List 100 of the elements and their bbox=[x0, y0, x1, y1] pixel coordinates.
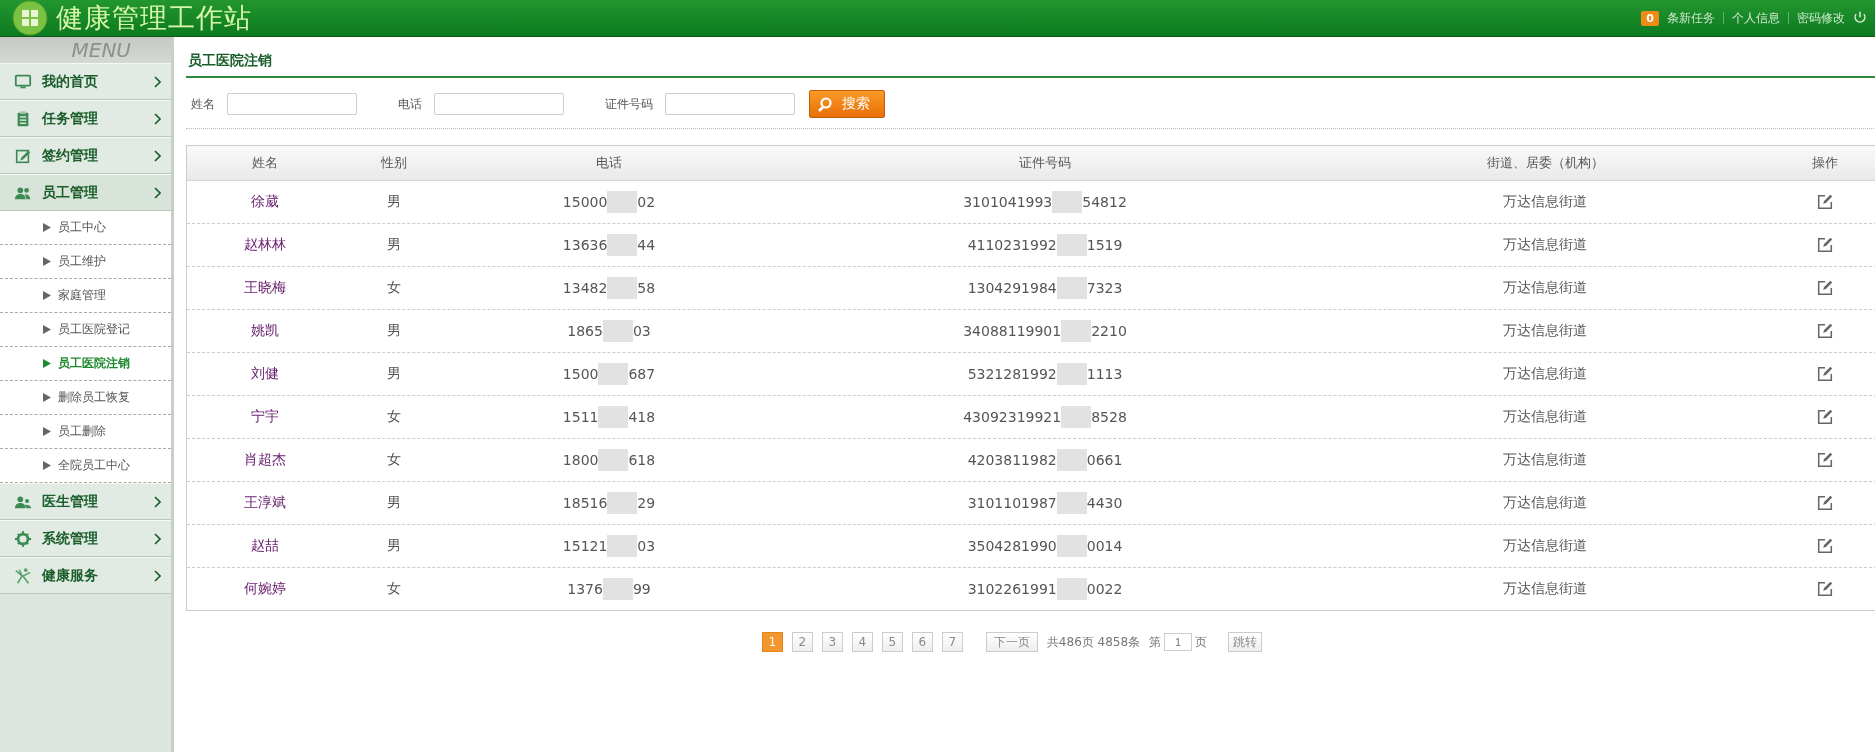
table-cell: 1304291984 bbox=[967, 280, 1057, 296]
submenu-item[interactable]: 员工删除 bbox=[0, 415, 171, 449]
table-cell: 8528 bbox=[1091, 409, 1127, 425]
table-cell-text: 肖超杰 bbox=[242, 451, 287, 469]
redaction-blur bbox=[1056, 492, 1087, 514]
page-button[interactable]: 6 bbox=[911, 632, 933, 652]
chevron-icon bbox=[153, 495, 161, 508]
redaction-blur bbox=[1056, 578, 1087, 600]
menu-item[interactable]: 系统管理 bbox=[0, 520, 171, 557]
table-cell-text: 万达信息街道 bbox=[1502, 580, 1588, 598]
table-cell: 99 bbox=[632, 581, 651, 597]
submenu-item[interactable]: 员工中心 bbox=[0, 211, 171, 245]
table-cell: 03 bbox=[632, 323, 651, 339]
menu-item[interactable]: 医生管理 bbox=[0, 483, 171, 520]
edit-icon[interactable] bbox=[1815, 408, 1834, 426]
table-cell: 13636 bbox=[562, 237, 608, 253]
table-cell-text: 万达信息街道 bbox=[1502, 408, 1588, 426]
submenu-item[interactable]: 家庭管理 bbox=[0, 279, 171, 313]
jump-button[interactable]: 跳转 bbox=[1228, 632, 1263, 652]
column-header: 街道、居委（机构） bbox=[1485, 154, 1605, 172]
power-icon[interactable] bbox=[1853, 11, 1867, 25]
table-cell: 1519 bbox=[1086, 237, 1123, 253]
chevron-icon bbox=[153, 75, 161, 88]
redaction-blur bbox=[1056, 535, 1087, 557]
triangle-icon bbox=[43, 427, 51, 436]
table-cell-text: 女 bbox=[386, 580, 402, 598]
menu-item[interactable]: 签约管理 bbox=[0, 137, 171, 174]
submenu-item[interactable]: 员工维护 bbox=[0, 245, 171, 279]
table-cell: 5321281992 bbox=[967, 366, 1057, 382]
triangle-icon bbox=[43, 461, 51, 470]
triangle-icon bbox=[43, 393, 51, 402]
table-cell-text: 男 bbox=[386, 494, 402, 512]
page-button[interactable]: 5 bbox=[881, 632, 903, 652]
triangle-icon bbox=[43, 359, 51, 368]
table-cell: 3101101987 bbox=[967, 495, 1057, 511]
table-cell-text: 宁宇 bbox=[249, 408, 280, 426]
table-cell-text: 男 bbox=[386, 322, 402, 340]
submenu-item[interactable]: 删除员工恢复 bbox=[0, 381, 171, 415]
menu-item[interactable]: 任务管理 bbox=[0, 100, 171, 137]
edit-icon[interactable] bbox=[1815, 236, 1834, 254]
input-field[interactable] bbox=[665, 93, 795, 115]
table-cell-text: 万达信息街道 bbox=[1502, 537, 1588, 555]
table-cell-text: 万达信息街道 bbox=[1502, 451, 1588, 469]
column-header: 电话 bbox=[595, 154, 623, 172]
input-field[interactable] bbox=[227, 93, 357, 115]
header-link[interactable]: 条新任务 bbox=[1667, 9, 1715, 27]
search-button[interactable]: 搜索 bbox=[809, 90, 885, 118]
triangle-icon bbox=[43, 257, 51, 266]
next-page-button[interactable]: 下一页 bbox=[985, 632, 1038, 652]
edit-icon[interactable] bbox=[1815, 537, 1834, 555]
header-link[interactable]: 个人信息 bbox=[1732, 9, 1780, 27]
edit-icon[interactable] bbox=[1815, 451, 1834, 469]
page-button[interactable]: 3 bbox=[821, 632, 843, 652]
triangle-icon bbox=[43, 223, 51, 232]
edit-icon[interactable] bbox=[1815, 365, 1834, 383]
logo-icon bbox=[12, 0, 48, 36]
monitor-icon bbox=[14, 72, 32, 91]
edit-icon[interactable] bbox=[1815, 580, 1834, 598]
page-button[interactable]: 2 bbox=[791, 632, 813, 652]
edit-icon[interactable] bbox=[1815, 494, 1834, 512]
table-cell-text: 男 bbox=[386, 193, 402, 211]
table-cell: 7323 bbox=[1086, 280, 1123, 296]
input-field[interactable] bbox=[434, 93, 564, 115]
page-summary: 共486页 4858条 bbox=[1046, 633, 1141, 651]
edit-icon[interactable] bbox=[1815, 193, 1834, 211]
submenu-item[interactable]: 员工医院注销 bbox=[0, 347, 171, 381]
chevron-icon bbox=[153, 569, 161, 582]
table-cell-text: 赵喆 bbox=[249, 537, 280, 555]
table-cell-text: 刘健 bbox=[249, 365, 280, 383]
table-cell-text: 万达信息街道 bbox=[1502, 365, 1588, 383]
page-button[interactable]: 4 bbox=[851, 632, 873, 652]
table-cell-text: 男 bbox=[386, 236, 402, 254]
table-cell: 02 bbox=[637, 194, 656, 210]
redaction-blur bbox=[1056, 449, 1087, 471]
header-link[interactable]: 密码修改 bbox=[1797, 9, 1845, 27]
table-cell-text: 万达信息街道 bbox=[1502, 494, 1588, 512]
table-cell: 1511 bbox=[562, 409, 599, 425]
redaction-blur bbox=[607, 277, 638, 299]
page-input[interactable]: 1 bbox=[1164, 633, 1193, 651]
redaction-blur bbox=[1061, 320, 1092, 342]
edit-icon[interactable] bbox=[1815, 279, 1834, 297]
edit-icon[interactable] bbox=[1815, 322, 1834, 340]
table-cell: 3101041993 bbox=[963, 194, 1053, 210]
table-cell: 618 bbox=[628, 452, 656, 468]
submenu-item[interactable]: 员工医院登记 bbox=[0, 313, 171, 347]
table-cell: 0022 bbox=[1086, 581, 1123, 597]
table-cell: 54812 bbox=[1082, 194, 1127, 210]
redaction-blur bbox=[1052, 191, 1083, 213]
table-cell: 687 bbox=[628, 366, 656, 382]
menu-item[interactable]: 我的首页 bbox=[0, 63, 171, 100]
table-cell: 0661 bbox=[1086, 452, 1123, 468]
chevron-icon bbox=[153, 186, 161, 199]
table-cell: 15121 bbox=[562, 538, 608, 554]
table-cell-text: 万达信息街道 bbox=[1502, 236, 1588, 254]
menu-item[interactable]: 健康服务 bbox=[0, 557, 171, 594]
page-title: 员工医院注销 bbox=[186, 37, 1875, 78]
redaction-blur bbox=[598, 363, 629, 385]
page-button[interactable]: 7 bbox=[941, 632, 963, 652]
redaction-blur bbox=[607, 234, 638, 256]
table-cell-text: 女 bbox=[386, 408, 402, 426]
